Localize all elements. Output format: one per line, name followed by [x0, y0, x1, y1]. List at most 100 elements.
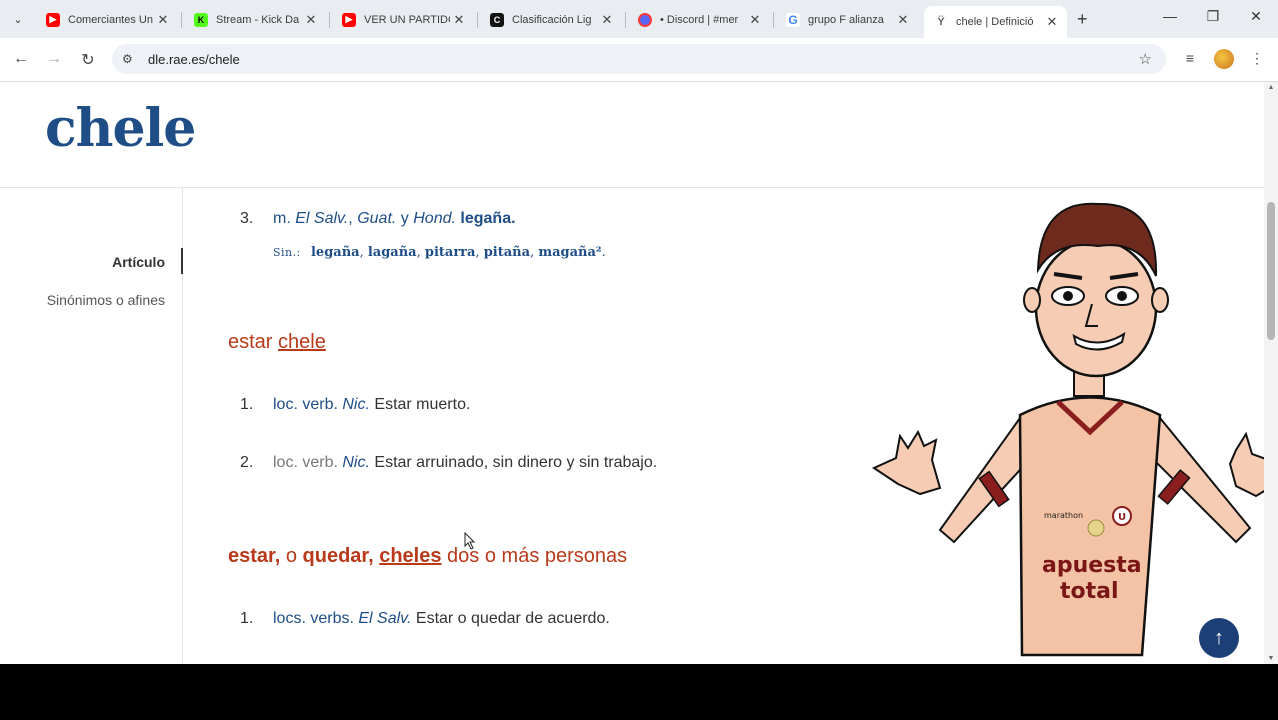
region-abbr[interactable]: El Salv.	[358, 610, 411, 627]
kick-icon: K	[194, 12, 208, 27]
browser-toolbar: ← → ↻ ⚙ dle.rae.es/chele ☆ ≡ ⋮	[0, 38, 1278, 82]
tab-label: • Discord | #mer	[660, 13, 739, 26]
scroll-down-arrow-icon[interactable]: ▼	[1267, 655, 1275, 662]
conjunction: y	[400, 210, 409, 227]
media-control-button[interactable]: ≡	[1180, 50, 1200, 66]
back-button[interactable]: ←	[11, 50, 31, 68]
region-abbr[interactable]: Guat.	[357, 210, 396, 227]
sidebar-item-articulo[interactable]: Artículo	[112, 254, 165, 270]
close-icon[interactable]: ✕	[746, 12, 764, 28]
new-tab-button[interactable]: +	[1077, 9, 1088, 30]
page-title: chele	[45, 98, 196, 159]
definition-link[interactable]: legaña.	[460, 210, 515, 227]
tab-divider	[625, 12, 626, 28]
active-marker	[181, 248, 183, 274]
scroll-up-arrow-icon[interactable]: ▲	[1267, 84, 1275, 91]
kebab-menu-icon: ⋮	[1250, 50, 1264, 66]
maximize-button[interactable]: ❐	[1203, 8, 1223, 25]
synonym-link[interactable]: pitaña	[484, 245, 530, 260]
c-icon: C	[490, 12, 504, 27]
reload-icon: ↻	[81, 52, 95, 69]
bookmark-star-icon[interactable]: ☆	[1139, 50, 1152, 68]
tab-clasificacion[interactable]: C Clasificación Lig ✕	[480, 6, 622, 33]
reload-button[interactable]: ↻	[78, 50, 98, 70]
tab-label: VER UN PARTIDO	[364, 13, 450, 26]
gram-abbr[interactable]: locs. verbs.	[273, 610, 354, 627]
page-scrollbar[interactable]: ▲ ▼	[1264, 82, 1278, 664]
locution-link[interactable]: chele	[278, 331, 326, 353]
forward-button[interactable]: →	[44, 50, 64, 68]
synonym-link[interactable]: pitarra	[425, 245, 476, 260]
synonym-link[interactable]: lagaña	[368, 245, 417, 260]
tab-comerciantes[interactable]: ▶ Comerciantes Un ✕	[36, 6, 178, 33]
region-abbr[interactable]: Hond.	[413, 210, 456, 227]
close-icon[interactable]: ✕	[302, 12, 320, 28]
close-icon[interactable]: ✕	[894, 12, 912, 28]
site-header: chele	[0, 82, 1264, 188]
tab-discord[interactable]: • Discord | #mer ✕	[628, 6, 770, 33]
definition-row: 1. locs. verbs. El Salv. Estar o quedar d…	[240, 610, 610, 628]
page-content: chele Artículo Sinónimos o afines 3. m. E…	[0, 82, 1264, 664]
synonym-link[interactable]: magaña²	[538, 245, 601, 260]
shirt-text-line2: total	[1060, 579, 1119, 604]
locution-word: estar	[228, 331, 273, 353]
minimize-button[interactable]: —	[1160, 8, 1180, 24]
definition-text: Estar o quedar de acuerdo.	[415, 610, 610, 627]
browser-window: ⌄ ▶ Comerciantes Un ✕ K Stream - Kick Da…	[0, 0, 1278, 664]
site-info-icon[interactable]: ⚙	[122, 52, 138, 66]
tab-divider	[181, 12, 182, 28]
close-icon[interactable]: ✕	[154, 12, 172, 28]
locution-link[interactable]: cheles	[379, 545, 441, 567]
url-text[interactable]: dle.rae.es/chele	[148, 52, 240, 67]
menu-button[interactable]: ⋮	[1247, 50, 1267, 67]
youtube-icon: ▶	[46, 12, 60, 27]
close-icon[interactable]: ✕	[450, 12, 468, 28]
synonyms-list: Sin.: legaña, lagaña, pitarra, pitaña, m…	[273, 245, 606, 260]
tab-chele-rae[interactable]: Ÿ chele | Definició ✕	[924, 6, 1067, 38]
region-abbr[interactable]: Nic.	[342, 454, 370, 471]
definition-row: 1. loc. verb. Nic. Estar muerto.	[240, 396, 470, 414]
locution-heading: estar, o quedar, cheles dos o más person…	[228, 545, 627, 568]
mouse-cursor-icon	[464, 532, 476, 550]
scrollbar-thumb[interactable]	[1267, 202, 1275, 340]
close-icon: ✕	[1250, 8, 1262, 24]
locution-word: o	[285, 545, 297, 567]
gram-abbr[interactable]: m.	[273, 210, 291, 227]
definition-row: 3. m. El Salv., Guat. y Hond. legaña.	[240, 210, 516, 228]
region-abbr[interactable]: El Salv.	[295, 210, 348, 227]
tab-label: grupo F alianza	[808, 13, 884, 26]
gram-abbr[interactable]: loc. verb.	[273, 396, 338, 413]
close-window-button[interactable]: ✕	[1246, 8, 1266, 25]
close-icon[interactable]: ✕	[1043, 14, 1061, 30]
definition-text: Estar muerto.	[374, 396, 471, 413]
close-icon[interactable]: ✕	[598, 12, 616, 28]
tab-label: Comerciantes Un	[68, 13, 153, 26]
tab-strip: ⌄ ▶ Comerciantes Un ✕ K Stream - Kick Da…	[0, 0, 1278, 38]
minimize-icon: —	[1163, 8, 1177, 24]
synonyms-label: Sin.:	[273, 246, 301, 259]
discord-icon	[638, 12, 652, 27]
back-to-top-button[interactable]: ↑	[1199, 618, 1239, 658]
shirt-text-line1: apuesta	[1042, 553, 1142, 578]
shirt-brand-text: marathon	[1044, 511, 1083, 520]
cartoon-character-overlay: marathon U apuesta total	[871, 202, 1264, 657]
profile-avatar[interactable]	[1214, 49, 1234, 69]
tab-ver-partido[interactable]: ▶ VER UN PARTIDO ✕	[332, 6, 474, 33]
tab-search-button[interactable]: ⌄	[6, 8, 30, 30]
tab-google-search[interactable]: G grupo F alianza ✕	[776, 6, 918, 33]
arrow-left-icon: ←	[13, 50, 29, 67]
region-abbr[interactable]: Nic.	[342, 396, 370, 413]
definition-row: 2. loc. verb. Nic. Estar arruinado, sin d…	[240, 454, 657, 472]
tab-divider	[329, 12, 330, 28]
sidebar-item-sinonimos[interactable]: Sinónimos o afines	[47, 292, 165, 308]
tab-label: chele | Definició	[956, 16, 1034, 28]
gram-abbr[interactable]: loc. verb.	[273, 454, 338, 471]
plus-icon: +	[1077, 9, 1088, 29]
crest-letter: U	[1118, 512, 1126, 523]
tab-label: Stream - Kick Da	[216, 13, 300, 26]
address-bar[interactable]: ⚙ dle.rae.es/chele ☆	[112, 44, 1166, 74]
definition-text: Estar arruinado, sin dinero y sin trabaj…	[374, 454, 658, 471]
arrow-right-icon: →	[46, 50, 62, 67]
tab-kick-stream[interactable]: K Stream - Kick Da ✕	[184, 6, 326, 33]
synonym-link[interactable]: legaña	[311, 245, 360, 260]
